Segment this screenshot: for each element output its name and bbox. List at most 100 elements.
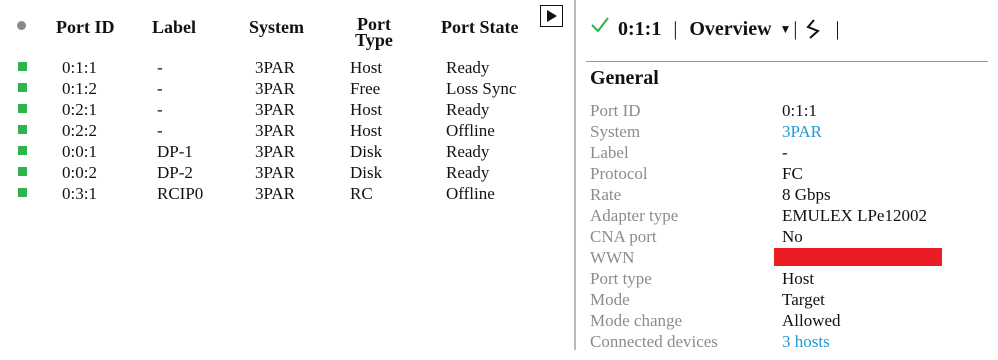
cell-label: - — [157, 58, 163, 77]
property-row: Label - — [590, 142, 990, 163]
property-value: FC — [782, 164, 803, 183]
property-key: Connected devices — [590, 332, 718, 351]
column-header-port-type[interactable]: Port Type — [350, 15, 398, 50]
property-key: Mode change — [590, 311, 683, 330]
property-value: Allowed — [782, 311, 841, 330]
status-ok-icon — [18, 167, 27, 176]
port-detail-panel: 0:1:1 | Overview ▼ | | General Port ID 0… — [576, 0, 998, 360]
status-ok-icon — [18, 62, 27, 71]
cell-port-state: Loss Sync — [446, 79, 517, 98]
cell-port-type: Disk — [350, 142, 383, 161]
property-row: System 3PAR — [590, 121, 990, 142]
status-ok-icon — [18, 83, 27, 92]
cell-system: 3PAR — [255, 142, 296, 161]
redacted-wwn-value — [774, 248, 942, 266]
status-column-header-icon[interactable] — [17, 21, 26, 30]
property-row: Mode change Allowed — [590, 310, 990, 331]
cell-label: - — [157, 79, 163, 98]
property-row: Protocol FC — [590, 163, 990, 184]
toolbar-divider: | — [835, 17, 840, 40]
cell-port-type: Host — [350, 121, 383, 140]
table-row[interactable]: 0:3:1 RCIP0 3PAR RC Offline — [0, 183, 540, 204]
connected-devices-link[interactable]: 3 hosts — [782, 331, 830, 352]
system-link[interactable]: 3PAR — [782, 121, 822, 142]
table-row[interactable]: 0:2:2 - 3PAR Host Offline — [0, 120, 540, 141]
cell-port-id: 0:1:2 — [62, 79, 97, 98]
cell-system: 3PAR — [255, 121, 296, 140]
status-ok-icon — [18, 188, 27, 197]
column-header-system[interactable]: System — [249, 18, 304, 36]
status-ok-icon — [18, 125, 27, 134]
column-header-port-type-line2: Type — [355, 30, 393, 50]
status-ok-icon — [18, 104, 27, 113]
property-row: Port type Host — [590, 268, 990, 289]
cell-port-type: Free — [350, 79, 381, 98]
property-row: WWN — [590, 247, 990, 268]
property-key: Port ID — [590, 101, 641, 120]
table-row[interactable]: 0:1:2 - 3PAR Free Loss Sync — [0, 78, 540, 99]
property-key: Port type — [590, 269, 652, 288]
cell-system: 3PAR — [255, 184, 296, 203]
map-view-icon[interactable] — [805, 18, 821, 40]
cell-port-state: Ready — [446, 58, 490, 77]
property-value: Host — [782, 269, 815, 288]
cell-label: DP-2 — [157, 163, 193, 182]
property-row: Connected devices 3 hosts — [590, 331, 990, 352]
check-icon — [591, 17, 609, 33]
view-selector[interactable]: Overview ▼ — [689, 18, 791, 41]
header-divider — [586, 61, 988, 62]
property-key: Label — [590, 143, 629, 162]
detail-toolbar: 0:1:1 | Overview ▼ | | — [590, 12, 839, 46]
property-row: Adapter type EMULEX LPe12002 — [590, 205, 990, 226]
cell-system: 3PAR — [255, 79, 296, 98]
toolbar-divider: | — [793, 17, 798, 40]
cell-port-state: Ready — [446, 142, 490, 161]
cell-port-state: Ready — [446, 163, 490, 182]
storage-port-view: Port ID Label System Port Type Port Stat… — [0, 0, 998, 360]
cell-label: - — [157, 100, 163, 119]
column-header-port-id[interactable]: Port ID — [56, 18, 114, 36]
property-value: No — [782, 227, 803, 246]
column-header-port-state[interactable]: Port State — [441, 18, 518, 36]
view-selector-label: Overview — [689, 17, 772, 40]
property-key: Rate — [590, 185, 622, 204]
property-value: EMULEX LPe12002 — [782, 206, 927, 225]
table-row[interactable]: 0:1:1 - 3PAR Host Ready — [0, 57, 540, 78]
property-key: WWN — [590, 248, 635, 267]
cell-port-state: Offline — [446, 121, 495, 140]
cell-port-id: 0:2:1 — [62, 100, 97, 119]
cell-port-id: 0:3:1 — [62, 184, 97, 203]
cell-system: 3PAR — [255, 100, 296, 119]
property-row: Port ID 0:1:1 — [590, 100, 990, 121]
cell-port-state: Ready — [446, 100, 490, 119]
property-row: Mode Target — [590, 289, 990, 310]
property-value: Target — [782, 290, 825, 309]
cell-port-type: Host — [350, 100, 383, 119]
cell-port-state: Offline — [446, 184, 495, 203]
table-row[interactable]: 0:2:1 - 3PAR Host Ready — [0, 99, 540, 120]
expand-panel-button[interactable] — [540, 5, 563, 27]
property-value: 0:1:1 — [782, 101, 817, 120]
cell-port-id: 0:1:1 — [62, 58, 97, 77]
property-value: - — [782, 143, 788, 162]
cell-system: 3PAR — [255, 163, 296, 182]
cell-port-type: Host — [350, 58, 383, 77]
property-key: Mode — [590, 290, 630, 309]
cell-port-type: Disk — [350, 163, 383, 182]
status-ok-icon — [18, 146, 27, 155]
section-title-general: General — [590, 67, 659, 89]
caret-down-icon: ▼ — [779, 21, 792, 36]
table-row[interactable]: 0:0:2 DP-2 3PAR Disk Ready — [0, 162, 540, 183]
selected-port-title: 0:1:1 — [618, 17, 662, 40]
property-key: Protocol — [590, 164, 648, 183]
property-row: Rate 8 Gbps — [590, 184, 990, 205]
port-rows: 0:1:1 - 3PAR Host Ready 0:1:2 - 3PAR Fre… — [0, 57, 540, 204]
cell-label: - — [157, 121, 163, 140]
table-row[interactable]: 0:0:1 DP-1 3PAR Disk Ready — [0, 141, 540, 162]
property-key: CNA port — [590, 227, 657, 246]
port-table: Port ID Label System Port Type Port Stat… — [0, 0, 540, 360]
column-header-label[interactable]: Label — [152, 18, 196, 36]
cell-label: DP-1 — [157, 142, 193, 161]
property-list: Port ID 0:1:1 System 3PAR Label - Protoc… — [590, 100, 990, 352]
property-value: 8 Gbps — [782, 185, 831, 204]
